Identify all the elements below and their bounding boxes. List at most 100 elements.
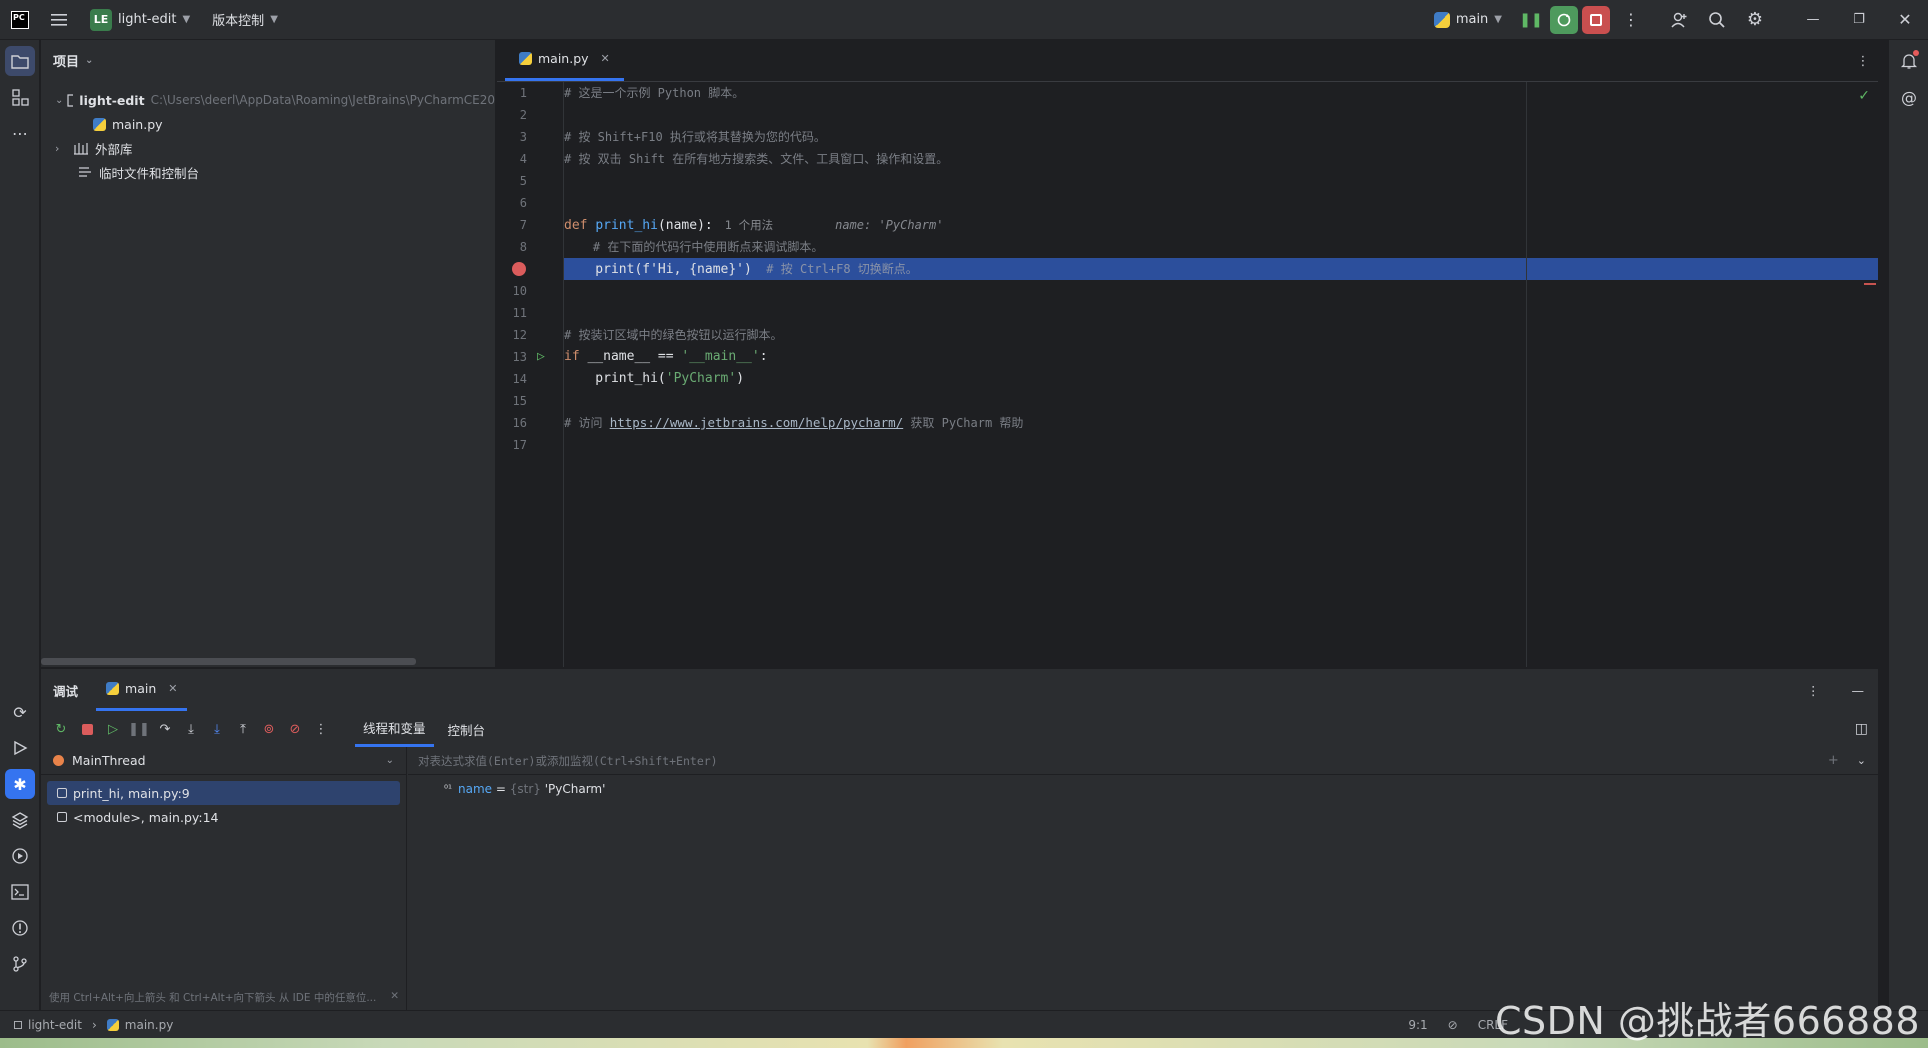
run-gutter-icon[interactable]: ▷	[537, 346, 545, 368]
tree-item-main-py[interactable]: main.py	[41, 112, 495, 136]
git-branch-icon[interactable]	[5, 949, 35, 979]
editor-tabs: main.py ✕ ⋮	[497, 40, 1878, 82]
usage-hint[interactable]: 1 个用法	[725, 218, 773, 232]
debug-more-icon[interactable]: ⋮	[1807, 683, 1820, 698]
evaluate-expression-bar[interactable]: 对表达式求值(Enter)或添加监视(Ctrl+Shift+Enter) + ⌄	[408, 747, 1878, 775]
tree-item-external-libs[interactable]: › 外部库	[41, 136, 495, 160]
python-file-icon	[106, 1018, 119, 1031]
right-margin-guide	[1526, 82, 1527, 667]
project-tool-folder-icon[interactable]	[5, 46, 35, 76]
readonly-icon[interactable]: ⊘	[1448, 1018, 1458, 1032]
settings-gear-icon[interactable]: ⚙	[1740, 5, 1770, 35]
minimize-icon[interactable]: —	[1790, 5, 1836, 35]
close-hint-icon[interactable]: ✕	[390, 990, 399, 1005]
breakpoint-icon[interactable]	[512, 262, 526, 276]
project-badge: LE	[90, 8, 112, 31]
horizontal-scrollbar[interactable]	[41, 658, 416, 665]
tree-item-scratches[interactable]: 临时文件和控制台	[41, 160, 495, 184]
code-text: __name__ ==	[587, 349, 682, 364]
rerun-debug-button[interactable]	[1550, 5, 1578, 34]
inspection-ok-check-icon[interactable]: ✓	[1858, 88, 1870, 104]
hide-panel-icon[interactable]: —	[1852, 683, 1865, 698]
subtab-threads-variables[interactable]: 线程和变量	[355, 711, 434, 747]
line-number: 17	[512, 438, 527, 452]
variable-type: {str}	[509, 782, 541, 796]
code-comment: # 访问	[564, 416, 610, 430]
run-config-name: main	[1455, 12, 1489, 27]
chevron-down-icon[interactable]: ⌄	[55, 95, 63, 106]
chevron-down-icon: ⌄	[385, 755, 394, 766]
stack-frame[interactable]: <module>, main.py:14	[47, 805, 400, 829]
subtab-console[interactable]: 控制台	[440, 711, 494, 747]
view-breakpoints-icon[interactable]: ⊚	[259, 719, 279, 739]
more-icon[interactable]: ⋮	[311, 719, 331, 739]
close-icon[interactable]: ✕	[1882, 5, 1928, 35]
notifications-bell-icon[interactable]	[1894, 46, 1924, 76]
services-icon[interactable]	[5, 841, 35, 871]
tab-label: main	[125, 681, 157, 696]
code-line: # 访问 https://www.jetbrains.com/help/pych…	[564, 412, 1878, 434]
close-tab-icon[interactable]: ✕	[168, 682, 177, 695]
restore-icon[interactable]: ❐	[1836, 5, 1882, 35]
thread-selector[interactable]: MainThread ⌄	[41, 747, 406, 775]
tree-root-light-edit[interactable]: ⌄ light-edit C:\Users\deerl\AppData\Roam…	[41, 88, 495, 112]
breakpoint-line[interactable]	[497, 258, 563, 280]
run-icon[interactable]	[5, 733, 35, 763]
tab-debug-main[interactable]: main ✕	[96, 669, 188, 711]
breadcrumb: light-edit › main.py	[0, 1018, 173, 1032]
resume-icon[interactable]: ▷	[103, 719, 123, 739]
step-over-icon[interactable]: ↷	[155, 719, 175, 739]
step-out-icon[interactable]: ⤒	[233, 719, 253, 739]
inlay-value-hint: name: 'PyCharm'	[835, 218, 944, 232]
stop-button[interactable]	[1582, 5, 1610, 34]
variable-row[interactable]: ⁰¹ name = {str} 'PyCharm'	[408, 775, 1878, 803]
close-tab-icon[interactable]: ✕	[601, 52, 610, 65]
code-line: # 按 Shift+F10 执行或将其替换为您的代码。	[564, 130, 826, 144]
add-user-icon[interactable]	[1664, 5, 1694, 35]
mute-breakpoints-icon[interactable]: ⊘	[285, 719, 305, 739]
line-number: 3	[519, 130, 527, 144]
python-packages-icon[interactable]	[5, 805, 35, 835]
breadcrumb-file[interactable]: main.py	[125, 1018, 174, 1032]
chevron-right-icon[interactable]: ›	[55, 142, 69, 155]
line-number: 4	[519, 152, 527, 166]
help-link[interactable]: https://www.jetbrains.com/help/pycharm/	[610, 415, 904, 430]
more-actions-icon[interactable]: ⋮	[1616, 5, 1646, 35]
stop-icon[interactable]	[77, 719, 97, 739]
code-text: print_hi(	[564, 371, 666, 386]
scrollbar-error-marker[interactable]	[1864, 283, 1876, 285]
problems-icon[interactable]	[5, 913, 35, 943]
caret-position[interactable]: 9:1	[1408, 1018, 1427, 1032]
python-console-icon[interactable]: ⟳	[5, 697, 35, 727]
structure-icon[interactable]	[5, 82, 35, 112]
project-switcher[interactable]: LE light-edit ▼	[90, 8, 190, 31]
editor-more-icon[interactable]: ⋮	[1848, 41, 1878, 81]
python-file-icon	[93, 117, 106, 131]
breadcrumb-project[interactable]: light-edit	[28, 1018, 82, 1032]
vcs-menu[interactable]: 版本控制 ▼	[212, 10, 278, 29]
chevron-down-icon[interactable]: ⌄	[1857, 754, 1866, 767]
code-area[interactable]: # 这是一个示例 Python 脚本。 # 按 Shift+F10 执行或将其替…	[563, 82, 1878, 667]
pause-icon[interactable]: ❚❚	[1516, 5, 1546, 35]
tree-root-path: C:\Users\deerl\AppData\Roaming\JetBrains…	[150, 93, 495, 107]
main-menu-icon[interactable]	[44, 5, 74, 35]
tab-main-py[interactable]: main.py ✕	[505, 39, 624, 81]
run-config-selector[interactable]: main ▼	[1433, 11, 1502, 28]
terminal-icon[interactable]	[5, 877, 35, 907]
add-watch-icon[interactable]: +	[1828, 753, 1839, 768]
debug-icon[interactable]: ✱	[5, 769, 35, 799]
rerun-icon[interactable]: ↻	[51, 719, 71, 739]
layout-icon[interactable]: ◫	[1855, 721, 1868, 737]
search-icon[interactable]	[1702, 5, 1732, 35]
project-panel-header[interactable]: 项目 ⌄	[41, 40, 495, 80]
code-text: )	[736, 371, 745, 386]
pause-icon[interactable]: ❚❚	[128, 719, 150, 739]
left-tool-strip: ⋯ ⟳ ✱	[0, 40, 40, 1010]
stack-frame[interactable]: print_hi, main.py:9	[47, 781, 400, 805]
step-into-icon[interactable]: ⤓	[181, 719, 201, 739]
hint-text: 使用 Ctrl+Alt+向上箭头 和 Ctrl+Alt+向下箭头 从 IDE 中…	[49, 992, 377, 1004]
line-number: 11	[512, 306, 527, 320]
step-into-my-code-icon[interactable]: ⤓	[207, 719, 227, 739]
more-tools-icon[interactable]: ⋯	[5, 118, 35, 148]
ai-assistant-icon[interactable]: @	[1894, 82, 1924, 112]
